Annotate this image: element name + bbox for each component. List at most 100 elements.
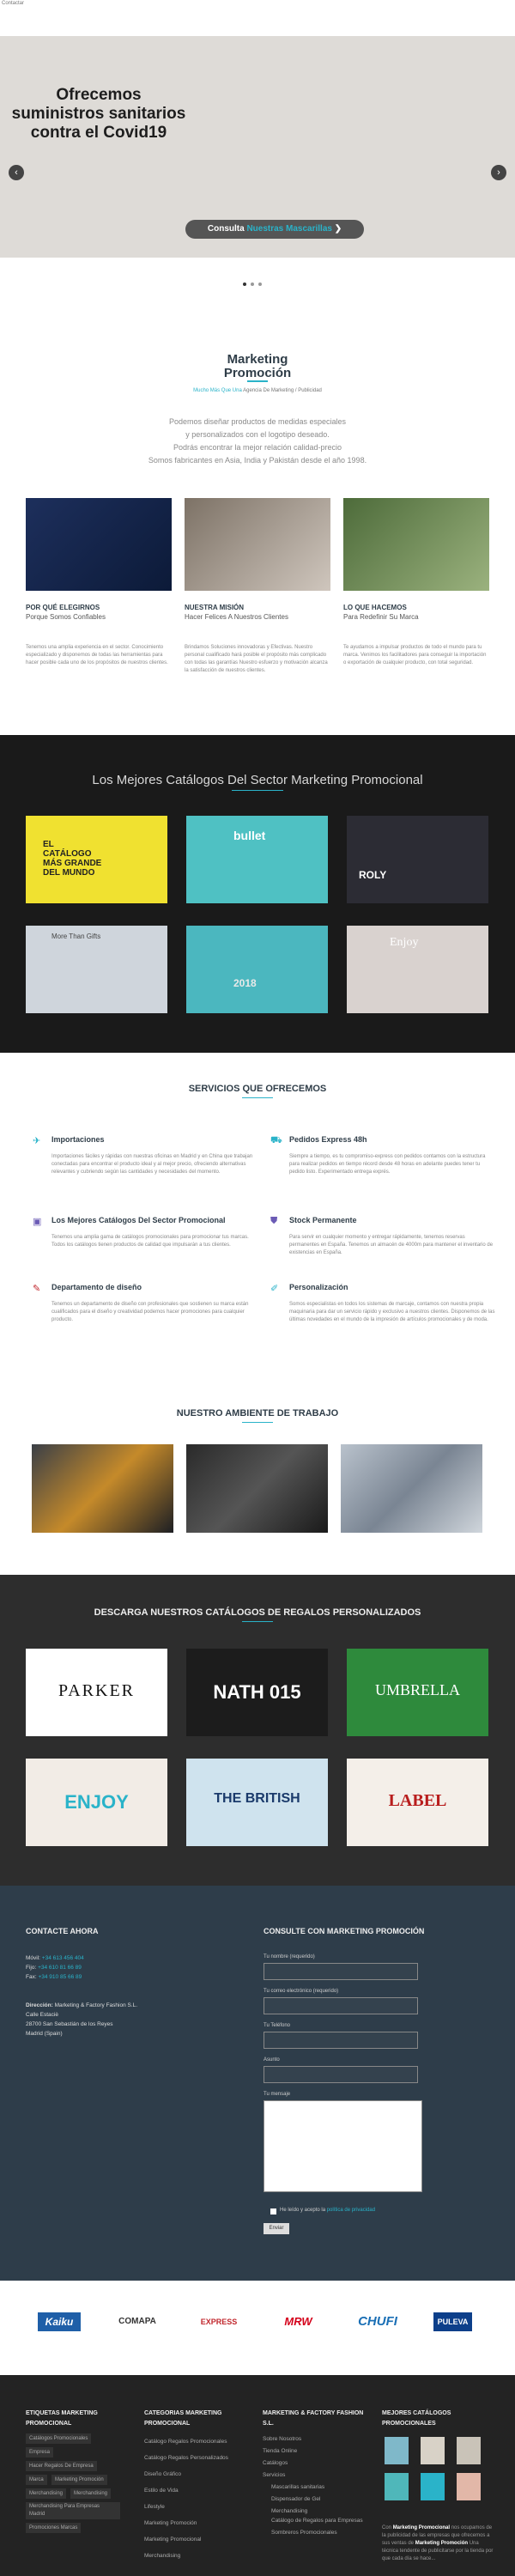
tag[interactable]: Marca: [26, 2475, 47, 2485]
catalog-card[interactable]: bullet: [186, 816, 328, 903]
footer-catalog-thumb[interactable]: [421, 2473, 445, 2500]
catalog-card[interactable]: 2018: [186, 926, 328, 1013]
catalog-card[interactable]: Enjoy: [347, 926, 488, 1013]
footer-link[interactable]: Marketing Promocional: [144, 2531, 247, 2548]
service-text: Somos especialistas en todos los sistema…: [289, 1302, 495, 1322]
field-label: Tu mensaje: [264, 2092, 291, 2097]
footer-link[interactable]: Diseño Gráfico: [144, 2466, 247, 2482]
title-underline: [242, 1621, 273, 1622]
subject-field[interactable]: [264, 2066, 418, 2083]
title-underline: [242, 1097, 273, 1098]
download-card[interactable]: LABEL: [347, 1759, 488, 1846]
client-logo-express[interactable]: EXPRESS: [193, 2312, 245, 2331]
footer-link[interactable]: Servicios: [263, 2470, 370, 2482]
footer-catalog-thumb[interactable]: [457, 2437, 481, 2464]
tag[interactable]: Promociones Marcas: [26, 2523, 82, 2533]
about-title: Marketing Promoción: [223, 352, 292, 380]
feature-image-typewriter: [343, 498, 489, 591]
contact-fax: Fax: +34 910 85 66 89: [26, 1974, 82, 1980]
footer-link[interactable]: Catálogo de Regalos para Empresas: [263, 2518, 370, 2527]
footer-col-title: ETIQUETAS MARKETING PROMOCIONAL: [26, 2410, 98, 2427]
footer-link[interactable]: Catálogos: [263, 2458, 370, 2470]
feature-title: POR QUÉ ELEGIRNOS: [26, 604, 100, 611]
client-logo-comapa[interactable]: COMAPA: [112, 2312, 163, 2331]
slider-dots: [243, 283, 262, 286]
top-bar-text[interactable]: Contactar: [2, 1, 24, 6]
catalogs-title: Los Mejores Catálogos Del Sector Marketi…: [92, 773, 423, 787]
slider-dot[interactable]: [251, 283, 254, 286]
footer-link[interactable]: Marketing Promoción: [144, 2515, 247, 2531]
tag[interactable]: Merchandising: [26, 2488, 67, 2499]
tag[interactable]: Catálogos Promocionales: [26, 2433, 92, 2444]
consent-label: He leído y acepto la política de privaci…: [280, 2208, 376, 2213]
plane-icon: ✈: [33, 1136, 41, 1146]
truck-icon: ⛟: [270, 1135, 282, 1145]
contact-address: Dirección: Marketing & Factory Fashion S…: [26, 2002, 138, 2037]
catalog-card[interactable]: ROLY: [347, 816, 488, 903]
footer-link[interactable]: Mascarillas sanitarias: [263, 2482, 370, 2494]
footer-link[interactable]: Merchandising: [144, 2548, 247, 2564]
footer-link[interactable]: Estilo de Vida: [144, 2482, 247, 2499]
field-label: Asunto: [264, 2057, 280, 2063]
hero-title: Ofrecemos suministros sanitarios contra …: [11, 86, 186, 142]
download-card[interactable]: ENJOY: [26, 1759, 167, 1846]
footer-link[interactable]: Catálogo Regalos Promocionales: [144, 2433, 247, 2450]
tag[interactable]: Merchandising Para Empresas Madrid: [26, 2502, 120, 2519]
hero-slider[interactable]: Ofrecemos suministros sanitarios contra …: [0, 36, 515, 286]
name-field[interactable]: [264, 1963, 418, 1980]
feature-subtitle: Para Redefinir Su Marca: [343, 613, 419, 621]
pen-icon: ✎: [33, 1284, 41, 1294]
download-card[interactable]: UMBRELLA: [347, 1649, 488, 1736]
phone-field[interactable]: [264, 2032, 418, 2049]
footer-link[interactable]: Sobre Nosotros: [263, 2433, 370, 2445]
client-logo-mrw[interactable]: MRW: [275, 2312, 322, 2331]
download-card[interactable]: PARKER: [26, 1649, 167, 1736]
hero-cta-button[interactable]: Consulta Nuestras Mascarillas ❯: [185, 220, 364, 239]
consent-checkbox[interactable]: [270, 2208, 276, 2215]
footer-link[interactable]: Tienda Online: [263, 2445, 370, 2458]
tag[interactable]: Hacer Regalos De Empresa: [26, 2461, 97, 2471]
feature-text: Te ayudamos a impulsar productos de todo…: [343, 645, 487, 665]
catalog-card[interactable]: More Than Gifts: [26, 926, 167, 1013]
footer-catalog-thumb[interactable]: [421, 2437, 445, 2464]
message-field[interactable]: [264, 2100, 422, 2192]
footer-link[interactable]: Merchandising: [263, 2506, 370, 2518]
form-title: CONSULTE CON MARKETING PROMOCIÓN: [264, 1927, 425, 1935]
slider-prev-button[interactable]: ‹: [9, 165, 24, 180]
tag[interactable]: Merchandising: [70, 2488, 112, 2499]
contact-title: CONTACTE AHORA: [26, 1927, 99, 1935]
submit-button[interactable]: Enviar: [264, 2223, 289, 2234]
slider-dot[interactable]: [243, 283, 246, 286]
slider-next-button[interactable]: ›: [491, 165, 506, 180]
ambient-image-warehouse: [341, 1444, 482, 1533]
book-icon: ▣: [33, 1217, 42, 1227]
title-underline: [232, 790, 283, 791]
title-underline: [247, 380, 268, 382]
ambient-image-gadgets: [186, 1444, 328, 1533]
client-logo-puleva[interactable]: PULEVA: [433, 2312, 472, 2331]
client-logo-kaiku[interactable]: Kaiku: [38, 2312, 81, 2331]
footer-catalog-thumb[interactable]: [457, 2473, 481, 2500]
client-logo-chufi[interactable]: CHUFI: [352, 2312, 403, 2331]
tag[interactable]: Empresa: [26, 2447, 54, 2458]
download-card[interactable]: NATH 015: [186, 1649, 328, 1736]
catalog-card[interactable]: EL CATÁLOGO MÁS GRANDE DEL MUNDO: [26, 816, 167, 903]
footer-link[interactable]: Catálogo Regalos Personalizados: [144, 2450, 247, 2466]
feature-title: NUESTRA MISIÓN: [185, 604, 245, 611]
download-card[interactable]: THE BRITISH: [186, 1759, 328, 1846]
footer-link[interactable]: Lifestyle: [144, 2499, 247, 2515]
arrow-right-icon: ❯: [334, 224, 342, 234]
footer-catalog-thumb[interactable]: [385, 2473, 409, 2500]
contact-phone: Móvil: +34 613 456 404: [26, 1955, 84, 1961]
feature-text: Tenemos una amplia experiencia en el sec…: [26, 645, 168, 665]
tag[interactable]: Marketing Promoción: [52, 2475, 107, 2485]
footer-link[interactable]: Dispensador de Gel: [263, 2494, 370, 2506]
slider-dot[interactable]: [258, 283, 262, 286]
footer-link[interactable]: Sombreros Promocionales: [263, 2527, 370, 2539]
feature-image-fingerprint: [26, 498, 172, 591]
email-field[interactable]: [264, 1997, 418, 2014]
footer-catalog-thumb[interactable]: [385, 2437, 409, 2464]
service-title: Stock Permanente: [289, 1216, 357, 1224]
about-text: Podemos diseñar productos de medidas esp…: [148, 417, 367, 465]
field-label: Tu Teléfono: [264, 2023, 291, 2028]
